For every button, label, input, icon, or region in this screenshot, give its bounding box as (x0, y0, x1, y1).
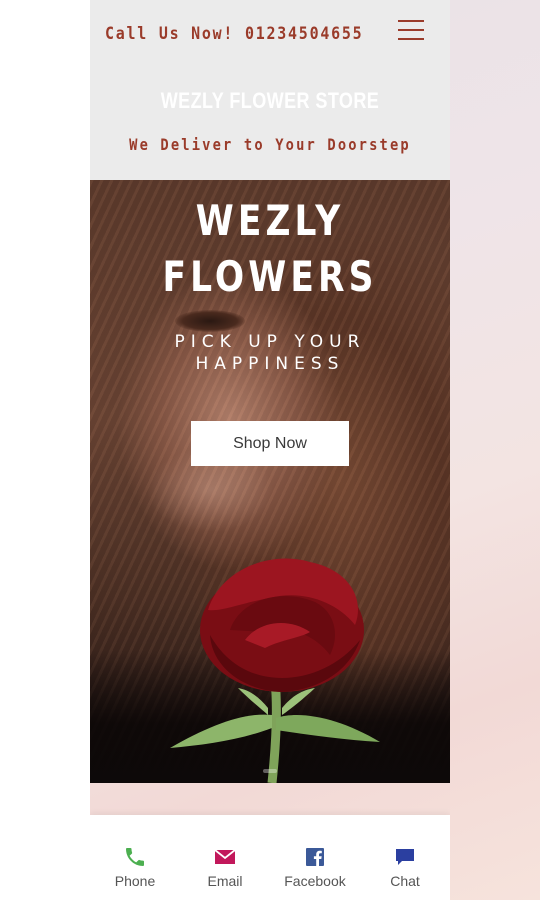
slide-indicator[interactable] (263, 769, 277, 773)
shop-now-button[interactable]: Shop Now (191, 421, 349, 466)
hero-title-line1: WEZLY (195, 196, 345, 245)
phone-action[interactable]: Phone (90, 815, 180, 900)
call-us-text[interactable]: Call Us Now! 01234504655 (105, 24, 363, 44)
phone-label: Phone (114, 873, 156, 889)
facebook-label: Facebook (284, 873, 346, 889)
mobile-site-frame: Call Us Now! 01234504655 WEZLY FLOWER ST… (90, 0, 450, 900)
hero-banner: WEZLY FLOWERS PICK UP YOUR HAPPINESS Sho… (90, 180, 450, 783)
chat-action[interactable]: Chat (360, 815, 450, 900)
left-gutter (0, 0, 90, 900)
hamburger-menu-icon[interactable] (398, 18, 424, 42)
site-header: Call Us Now! 01234504655 WEZLY FLOWER ST… (90, 0, 450, 180)
rose-image (170, 558, 380, 783)
bottom-action-bar: Phone Email Facebook Chat (90, 815, 450, 900)
chat-label: Chat (390, 873, 420, 889)
facebook-action[interactable]: Facebook (270, 815, 360, 900)
phone-icon (126, 848, 144, 866)
store-name: WEZLY FLOWER STORE (160, 88, 380, 113)
facebook-icon (306, 848, 324, 866)
email-icon (214, 849, 236, 864)
hero-subtitle-line1: PICK UP YOUR (174, 332, 366, 352)
hero-subtitle-line2: HAPPINESS (195, 354, 345, 374)
email-action[interactable]: Email (180, 815, 270, 900)
hero-image-detail (175, 310, 245, 332)
tagline: We Deliver to Your Doorstep (129, 135, 411, 154)
chat-icon (396, 849, 414, 865)
email-label: Email (207, 873, 243, 889)
hero-title-line2: FLOWERS (162, 252, 378, 301)
